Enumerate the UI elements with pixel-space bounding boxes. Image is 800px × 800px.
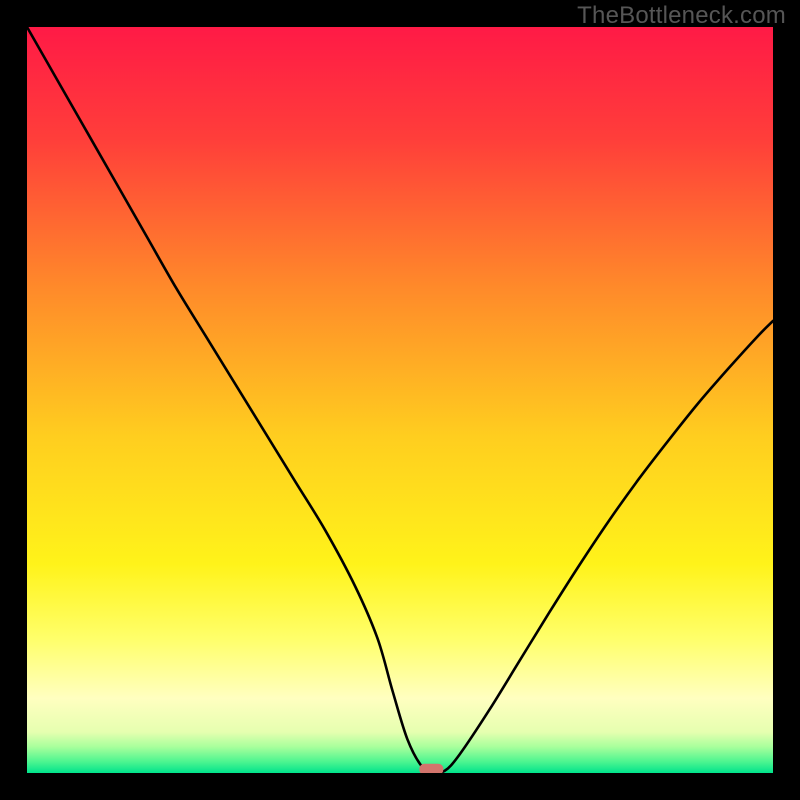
chart-frame: { "watermark": "TheBottleneck.com", "cha… (0, 0, 800, 800)
bottleneck-chart (0, 0, 800, 800)
watermark-text: TheBottleneck.com (577, 2, 786, 30)
gradient-background (27, 27, 773, 773)
optimal-marker (419, 764, 443, 775)
